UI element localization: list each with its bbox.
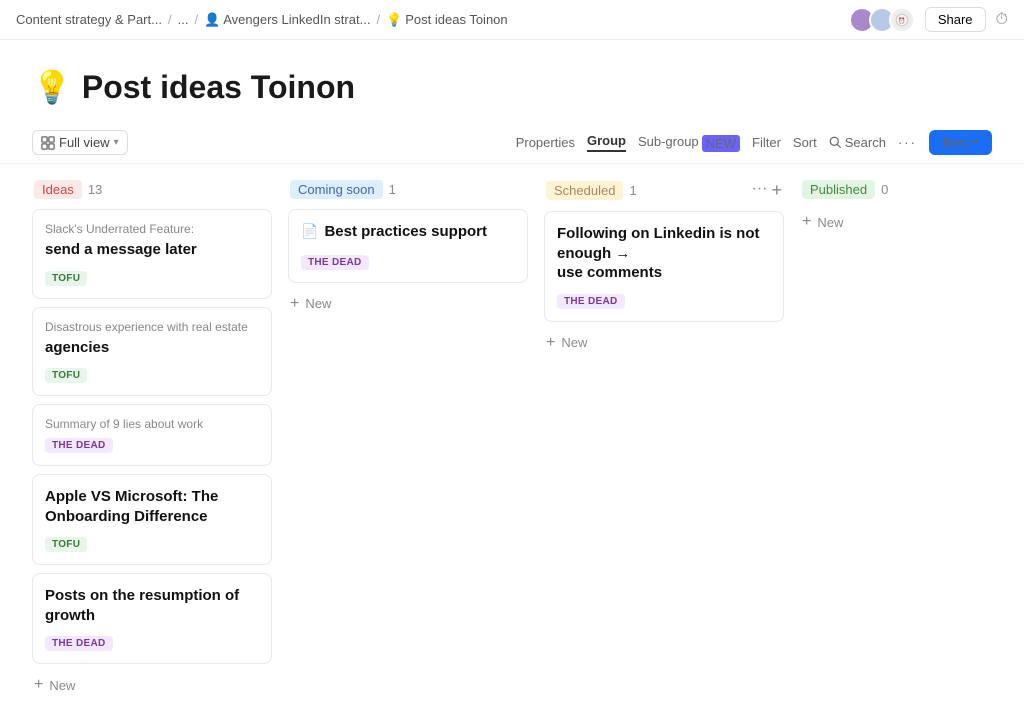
page-title-text: Post ideas Toinon [82, 69, 355, 106]
add-new-button[interactable]: + New [800, 209, 1024, 235]
column-published: Published 0 + New [800, 180, 1024, 235]
card-tag: THE DEAD [301, 255, 369, 270]
card-subtitle: Slack's Underrated Feature: [45, 222, 259, 236]
plus-icon: + [546, 334, 555, 352]
more-options-btn[interactable]: ··· [898, 135, 917, 150]
card[interactable]: Apple VS Microsoft: The Onboarding Diffe… [32, 474, 272, 565]
column-label-scheduled: Scheduled [546, 181, 623, 200]
card-tag: THE DEAD [557, 294, 625, 309]
card[interactable]: Disastrous experience with real estate ag… [32, 307, 272, 397]
filter-btn[interactable]: Filter [752, 135, 781, 150]
column-count-coming-soon: 1 [389, 182, 396, 197]
breadcrumb-sep-2: / [194, 12, 198, 27]
card-tag: TOFU [45, 271, 87, 286]
breadcrumb-item-1[interactable]: Content strategy & Part... [16, 12, 162, 27]
search-btn[interactable]: Search [829, 135, 886, 150]
card-tag: THE DEAD [45, 636, 113, 651]
breadcrumb-item-3[interactable]: 👤Avengers LinkedIn strat... [204, 12, 370, 28]
column-header-coming-soon: Coming soon 1 [288, 180, 528, 199]
card-title: Posts on the resumption of growth [45, 586, 259, 625]
page-title: 💡 Post ideas Toinon [32, 68, 992, 106]
card[interactable]: 📄 Best practices support THE DEAD [288, 209, 528, 283]
card-title: Apple VS Microsoft: The Onboarding Diffe… [45, 487, 259, 526]
search-label: Search [845, 135, 886, 150]
column-actions[interactable]: ··· + [752, 180, 783, 201]
column-count-published: 0 [881, 182, 888, 197]
card[interactable]: Slack's Underrated Feature: send a messag… [32, 209, 272, 299]
column-label-published: Published [802, 180, 875, 199]
add-new-button[interactable]: + New [288, 291, 528, 317]
column-coming-soon: Coming soon 1 📄 Best practices support THE D… [288, 180, 528, 317]
new-label: New [817, 215, 843, 230]
column-count-ideas: 13 [88, 182, 102, 197]
column-scheduled: Scheduled 1 ··· + Following on Linkedin is … [544, 180, 784, 356]
column-count-scheduled: 1 [629, 183, 636, 198]
new-label: New [561, 335, 587, 350]
card-title: Following on Linkedin is not enough →use… [557, 224, 771, 283]
column-header-published: Published 0 [800, 180, 1024, 199]
card-subtitle: Summary of 9 lies about work [45, 417, 259, 431]
card-title: send a message later [45, 240, 259, 260]
sort-btn[interactable]: Sort [793, 135, 817, 150]
card-doc-title: 📄 Best practices support [301, 222, 515, 242]
page-header: 💡 Post ideas Toinon [0, 40, 1024, 122]
full-view-button[interactable]: Full view ▾ [32, 130, 128, 155]
plus-icon: + [34, 676, 43, 694]
card-subtitle: Disastrous experience with real estate [45, 320, 259, 334]
card-title: agencies [45, 338, 259, 358]
group-btn[interactable]: Group [587, 133, 626, 152]
plus-icon: + [290, 295, 299, 313]
column-header-scheduled: Scheduled 1 ··· + [544, 180, 784, 201]
breadcrumb-current: 💡Post ideas Toinon [386, 12, 508, 28]
add-icon[interactable]: + [771, 180, 782, 201]
new-label: New [49, 678, 75, 693]
card-tag: TOFU [45, 368, 87, 383]
column-header-ideas: Ideas 13 [32, 180, 272, 199]
column-label-ideas: Ideas [34, 180, 82, 199]
doc-icon: 📄 [301, 223, 318, 240]
subgroup-badge: NEW [702, 135, 740, 152]
avatar-group: ⏰ [849, 7, 915, 33]
table-icon [41, 136, 55, 150]
card[interactable]: Following on Linkedin is not enough →use… [544, 211, 784, 322]
nav-right: ⏰ Share ⏱ [849, 7, 1008, 33]
card[interactable]: Posts on the resumption of growth THE DEA… [32, 573, 272, 664]
toolbar-left: Full view ▾ [32, 130, 516, 155]
chevron-down-icon: ▾ [973, 137, 978, 148]
page-emoji: 💡 [32, 68, 72, 106]
card[interactable]: Summary of 9 lies about work THE DEAD [32, 404, 272, 466]
new-button[interactable]: New ▾ [929, 130, 992, 155]
chevron-down-icon: ▾ [114, 137, 119, 148]
breadcrumb: Content strategy & Part... / ... / 👤Aven… [16, 12, 508, 28]
card-tag: TOFU [45, 537, 87, 552]
dots-icon[interactable]: ··· [752, 180, 768, 201]
add-new-button[interactable]: + New [32, 672, 272, 698]
plus-icon: + [802, 213, 811, 231]
new-label: New [305, 296, 331, 311]
card-inline: Following on Linkedin is not enough →use… [557, 224, 771, 291]
avatar-3: ⏰ [889, 7, 915, 33]
history-icon[interactable]: ⏱ [996, 11, 1008, 29]
breadcrumb-sep-3: / [376, 12, 380, 27]
view-label: Full view [59, 135, 110, 150]
toolbar-right: Properties Group Sub-groupNEW Filter Sor… [516, 130, 992, 155]
share-button[interactable]: Share [925, 7, 986, 32]
properties-btn[interactable]: Properties [516, 135, 575, 150]
search-icon [829, 136, 842, 149]
card-tag: THE DEAD [45, 438, 113, 453]
add-new-button[interactable]: + New [544, 330, 784, 356]
card-title: Best practices support [324, 222, 487, 242]
breadcrumb-item-2[interactable]: ... [178, 12, 189, 27]
column-label-coming-soon: Coming soon [290, 180, 383, 199]
top-nav: Content strategy & Part... / ... / 👤Aven… [0, 0, 1024, 40]
board: Ideas 13 Slack's Underrated Feature: send a… [0, 164, 1024, 714]
toolbar: Full view ▾ Properties Group Sub-groupNE… [0, 122, 1024, 164]
subgroup-btn[interactable]: Sub-groupNEW [638, 134, 740, 150]
breadcrumb-sep-1: / [168, 12, 172, 27]
column-ideas: Ideas 13 Slack's Underrated Feature: send a… [32, 180, 272, 698]
